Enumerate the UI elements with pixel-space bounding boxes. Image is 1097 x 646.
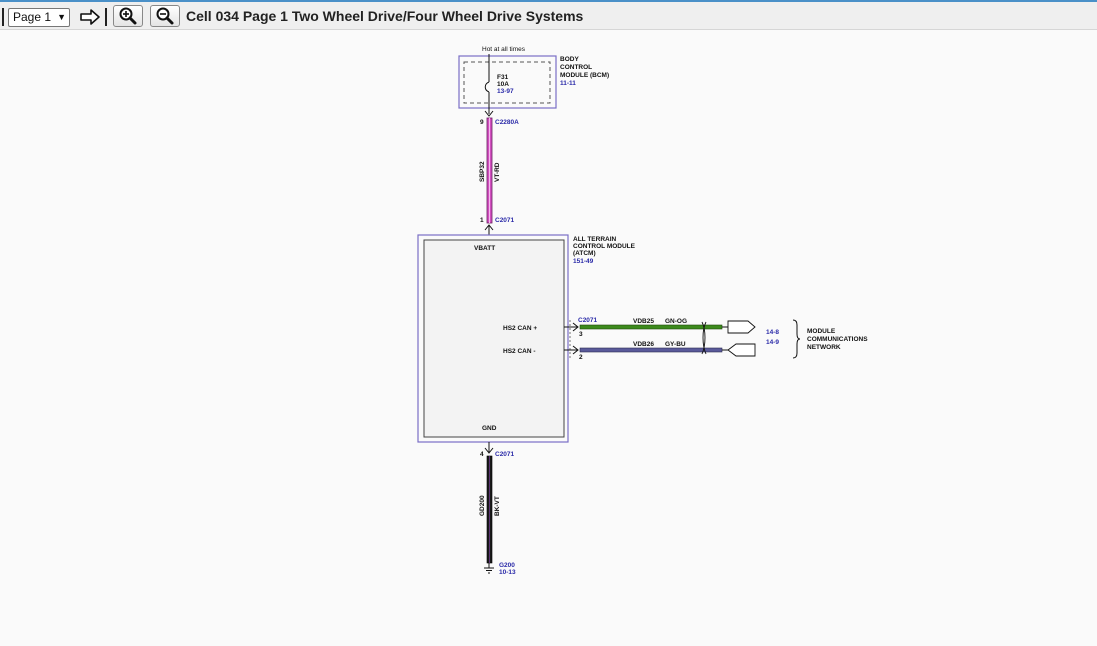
network-label-line3: NETWORK [807,344,841,351]
bcm-ref: 11-11 [560,80,576,87]
atcm-top-connector: C2071 [495,217,515,224]
atcm-top-pin: 1 [480,217,484,224]
zoom-out-icon [156,7,174,25]
zoom-in-button[interactable] [113,5,143,27]
fuse-symbol [484,81,490,93]
gnd-label: GND [482,425,497,432]
can-plus-color: GN-OG [665,318,687,325]
toolbar-separator [2,8,4,26]
bcm-connector-id: C2280A [495,119,519,126]
bcm-name-line1: BODY [560,56,579,63]
ground-pin: 4 [480,451,484,458]
ground-name: G200 [499,562,515,569]
toolbar-separator [105,8,107,26]
zoom-out-button[interactable] [150,5,180,27]
can-plus-offpage-connector [727,320,756,334]
can-minus-offpage-connector [727,343,756,357]
bcm-name-line3: MODULE (BCM) [560,72,609,79]
toolbar: Page 1 ▼ Cell 034 Page 1 Two Wheel Drive… [0,0,1097,30]
can-plus-label: HS2 CAN + [503,325,537,332]
can-plus-pin: 3 [579,331,583,338]
page-select-value: Page 1 [13,10,52,24]
ground-ref: 10-13 [499,569,516,576]
wiring-diagram: Hot at all times BODY CONTROL MODULE (BC… [417,46,868,576]
fuse-rating: 10A [497,81,509,88]
page-title: Cell 034 Page 1 Two Wheel Drive/Four Whe… [186,8,584,24]
ground-wire-color: BK-VT [494,496,501,516]
diagram-canvas: Hot at all times BODY CONTROL MODULE (BC… [0,30,1097,641]
network-label-line1: MODULE [807,328,836,335]
can-minus-circuit: VDB26 [633,341,654,348]
can-minus-pin: 2 [579,354,583,361]
atcm-name-line2: CONTROL MODULE [573,243,636,250]
atcm-ref: 151-49 [573,258,594,265]
fuse-ref: 13-97 [497,88,514,95]
ground-connector-id: C2071 [495,451,515,458]
atcm-module-inner [423,239,565,438]
can-minus-wire [579,347,723,353]
network-brace [792,319,801,359]
arrow-right-icon [80,9,100,25]
vbatt-label: VBATT [474,245,495,252]
atcm-name-line1: ALL TERRAIN [573,236,617,243]
atcm-name-line3: (ATCM) [573,250,596,257]
can-plus-circuit: VDB25 [633,318,654,325]
network-label-line2: COMMUNICATIONS [807,336,868,343]
ground-wire-circuit: GD200 [479,495,486,516]
hot-at-all-times-label: Hot at all times [482,46,526,53]
can-minus-ref: 14-9 [766,339,779,346]
can-minus-label: HS2 CAN - [503,348,536,355]
page-select[interactable]: Page 1 ▼ [8,8,70,27]
bcm-pin-number: 9 [480,119,484,126]
can-minus-color: GY-BU [665,341,686,348]
bcm-name-line2: CONTROL [560,64,592,71]
power-wire-circuit: SBP32 [479,161,486,182]
ground-symbol [484,567,494,574]
power-wire-color: VT-RD [494,162,501,182]
next-page-button[interactable] [79,7,101,27]
zoom-in-icon [119,7,137,25]
can-connector-id: C2071 [578,317,598,324]
can-plus-ref: 14-8 [766,329,779,336]
fuse-name: F31 [497,74,509,81]
chevron-down-icon: ▼ [57,12,66,22]
can-plus-wire [579,324,723,330]
